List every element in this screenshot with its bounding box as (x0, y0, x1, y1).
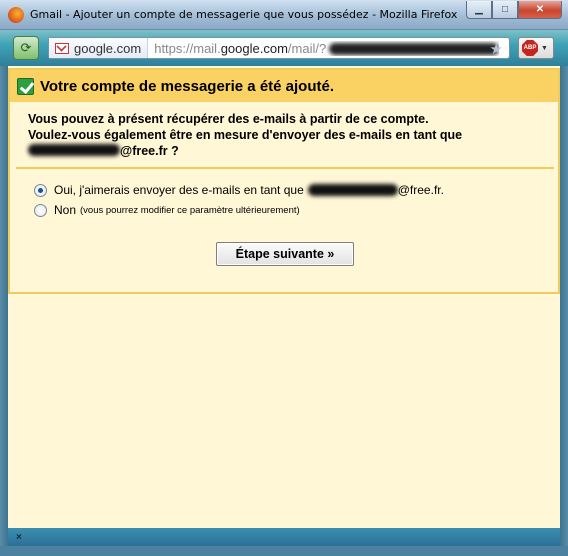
maximize-button[interactable]: □ (492, 1, 518, 19)
bookmark-star-icon[interactable]: ★ (490, 40, 503, 58)
status-bar: × (8, 528, 560, 546)
option-no-note: (vous pourrez modifier ce paramètre ulté… (80, 204, 300, 216)
address-bar[interactable]: google.com https://mail.google.com/mail/… (48, 37, 510, 59)
option-no-label[interactable]: Non (54, 203, 76, 217)
intro-line-2: Voulez-vous également être en mesure d'e… (28, 128, 463, 142)
send-as-options: Oui, j'aimerais envoyer des e-mails en t… (10, 169, 558, 220)
account-added-dialog: Votre compte de messagerie a été ajouté.… (8, 68, 560, 294)
window-frame-left (0, 66, 8, 556)
window-frame-right (560, 66, 568, 556)
url-domain: google.com (220, 40, 288, 56)
adblock-plus-icon: ABP (522, 40, 538, 56)
url-text[interactable]: https://mail.google.com/mail/? (148, 40, 500, 56)
option-yes-email-domain[interactable]: @free.fr. (398, 183, 444, 197)
next-step-button[interactable]: Étape suivante » (216, 242, 354, 266)
dialog-header: Votre compte de messagerie a été ajouté. (10, 70, 558, 102)
url-redacted (329, 43, 500, 56)
option-yes[interactable]: Oui, j'aimerais envoyer des e-mails en t… (34, 180, 558, 200)
intro-line-3: @free.fr ? (28, 143, 558, 159)
close-button[interactable]: ✕ (518, 1, 562, 19)
site-identity-label: google.com (74, 40, 142, 56)
radio-no[interactable] (34, 203, 47, 217)
window-frame-bottom (0, 546, 568, 556)
page-content: Votre compte de messagerie a été ajouté.… (8, 66, 560, 528)
window-controls: ▁ □ ✕ (466, 1, 562, 19)
redacted-email-user (307, 184, 398, 196)
window-title: Gmail - Ajouter un compte de messagerie … (30, 8, 458, 21)
reload-icon[interactable]: ⟳ (13, 36, 39, 60)
url-suffix: /mail/? (287, 40, 327, 56)
option-no[interactable]: Non (vous pourrez modifier ce paramètre … (34, 200, 558, 220)
url-prefix: https://mail. (154, 40, 221, 56)
firefox-icon[interactable] (8, 7, 24, 23)
gmail-favicon-icon (55, 42, 69, 54)
minimize-button[interactable]: ▁ (466, 1, 492, 19)
intro-text: Vous pouvez à présent récupérer des e-ma… (10, 102, 558, 159)
dialog-title: Votre compte de messagerie a été ajouté. (40, 77, 335, 95)
site-identity-button[interactable]: google.com (49, 38, 149, 58)
checkmark-icon (17, 77, 34, 95)
radio-yes[interactable] (34, 183, 47, 197)
window-titlebar: Gmail - Ajouter un compte de messagerie … (0, 0, 568, 30)
navigation-toolbar: ⟳ google.com https://mail.google.com/mai… (0, 30, 568, 66)
option-yes-label[interactable]: Oui, j'aimerais envoyer des e-mails en t… (54, 183, 304, 197)
intro-line-1: Vous pouvez à présent récupérer des e-ma… (28, 112, 429, 126)
chevron-down-icon: ▼ (541, 44, 548, 52)
intro-email-domain: @free.fr ? (120, 144, 179, 158)
adblock-plus-button[interactable]: ABP ▼ (518, 37, 554, 59)
close-icon[interactable]: × (16, 532, 22, 543)
redacted-email-user (28, 144, 120, 156)
